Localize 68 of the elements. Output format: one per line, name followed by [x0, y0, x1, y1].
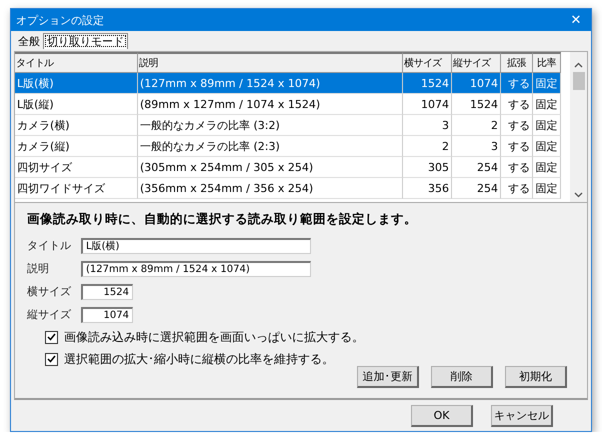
table-cell[interactable]: 254: [452, 178, 501, 199]
table-cell[interactable]: 固定: [533, 94, 561, 115]
table-cell[interactable]: 固定: [533, 157, 561, 178]
table-cell[interactable]: 固定: [533, 73, 561, 94]
table-cell[interactable]: 1074: [452, 73, 501, 94]
scroll-thumb[interactable]: [572, 72, 584, 90]
table-cell[interactable]: する: [501, 94, 533, 115]
table-cell[interactable]: する: [501, 115, 533, 136]
table-cell[interactable]: L版(縦): [15, 94, 138, 115]
table-cell[interactable]: L版(横): [15, 73, 138, 94]
dialog-button[interactable]: キャンセル: [491, 404, 553, 426]
checkbox-label: 選択範囲の拡大･縮小時に縦横の比率を維持する。: [64, 350, 334, 368]
input-field[interactable]: (127mm x 89mm / 1524 x 1074): [81, 260, 311, 276]
input-field[interactable]: 1524: [81, 284, 133, 300]
table-cell[interactable]: 一般的なカメラの比率 (2:3): [138, 136, 403, 157]
table-cell[interactable]: カメラ(縦): [15, 136, 138, 157]
table-cell[interactable]: (127mm x 89mm / 1524 x 1074): [138, 73, 403, 94]
field-label: 横サイズ: [27, 284, 72, 299]
table-cell[interactable]: 254: [452, 157, 501, 178]
table-cell[interactable]: 1074: [403, 94, 452, 115]
field-label: 縦サイズ: [27, 307, 72, 322]
table-cell[interactable]: する: [501, 157, 533, 178]
window-title: オプションの設定: [16, 12, 104, 28]
field-label: タイトル: [27, 238, 72, 253]
input-field[interactable]: 1074: [81, 306, 133, 322]
dialog-button[interactable]: OK: [411, 404, 473, 426]
checkbox[interactable]: [45, 330, 58, 344]
column-header[interactable]: タイトル: [15, 52, 138, 73]
table-cell[interactable]: (89mm x 127mm / 1074 x 1524): [138, 94, 403, 115]
column-header[interactable]: 拡張: [501, 52, 533, 73]
action-button[interactable]: 初期化: [505, 366, 567, 388]
checkbox[interactable]: [45, 352, 58, 366]
column-header[interactable]: 比率: [533, 52, 561, 73]
table-cell[interactable]: 3: [452, 136, 501, 157]
section-heading: 画像読み取り時に、自動的に選択する読み取り範囲を設定します。: [27, 211, 418, 228]
close-button[interactable]: ✕: [561, 9, 591, 31]
table-cell[interactable]: 固定: [533, 115, 561, 136]
scroll-up-icon[interactable]: [574, 62, 583, 68]
tab[interactable]: 切り取りモード: [43, 33, 128, 49]
table-cell[interactable]: 一般的なカメラの比率 (3:2): [138, 115, 403, 136]
table-cell[interactable]: する: [501, 178, 533, 199]
checkbox-label: 画像読み込み時に選択範囲を画面いっぱいに拡大する。: [64, 328, 364, 346]
table-cell[interactable]: 1524: [452, 94, 501, 115]
column-header[interactable]: 説明: [138, 52, 403, 73]
scrollbar[interactable]: [570, 52, 587, 202]
column-header[interactable]: 横サイズ: [403, 52, 452, 73]
table-cell[interactable]: カメラ(横): [15, 115, 138, 136]
table-cell[interactable]: 3: [403, 115, 452, 136]
table-cell[interactable]: 固定: [533, 136, 561, 157]
tab[interactable]: 全般: [15, 35, 43, 49]
table-cell[interactable]: 2: [452, 115, 501, 136]
table-cell[interactable]: する: [501, 73, 533, 94]
table-cell[interactable]: する: [501, 136, 533, 157]
table-cell[interactable]: 2: [403, 136, 452, 157]
table-cell[interactable]: 四切ワイドサイズ: [15, 178, 138, 199]
table-cell[interactable]: 356: [403, 178, 452, 199]
table-cell[interactable]: 固定: [533, 178, 561, 199]
table-cell[interactable]: (305mm x 254mm / 305 x 254): [138, 157, 403, 178]
scroll-down-icon[interactable]: [574, 192, 583, 198]
column-header[interactable]: 縦サイズ: [452, 52, 501, 73]
input-field[interactable]: L版(横): [81, 238, 311, 254]
table-cell[interactable]: (356mm x 254mm / 356 x 254): [138, 178, 403, 199]
action-button[interactable]: 追加･更新: [357, 366, 419, 388]
field-label: 説明: [27, 261, 50, 276]
action-button[interactable]: 削除: [431, 366, 493, 388]
table-cell[interactable]: 305: [403, 157, 452, 178]
table-cell[interactable]: 1524: [403, 73, 452, 94]
table-cell[interactable]: 四切サイズ: [15, 157, 138, 178]
